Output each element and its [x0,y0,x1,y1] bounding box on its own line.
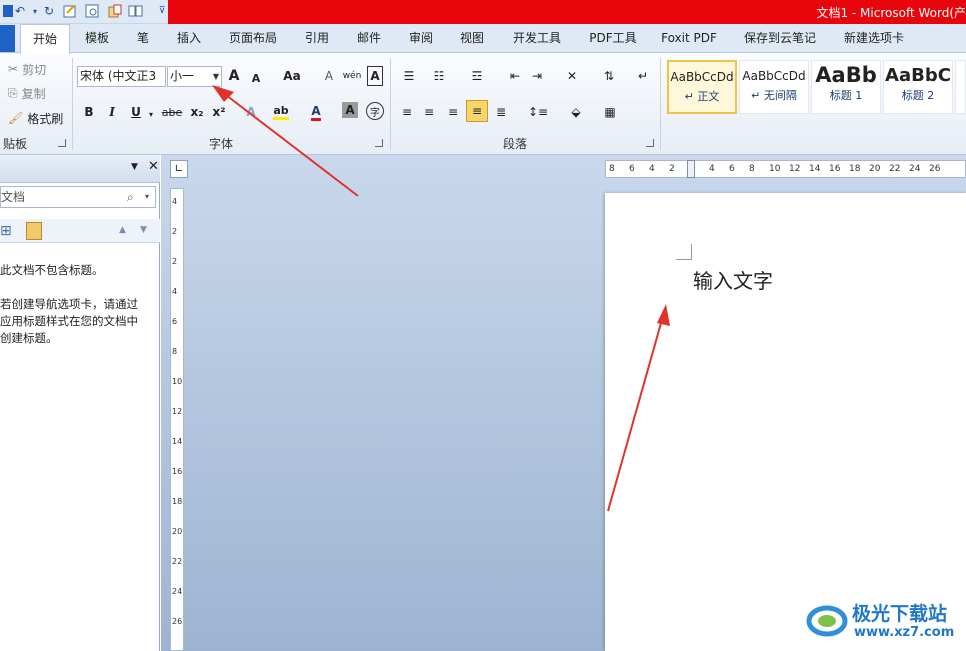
watermark-logo-icon [806,605,848,637]
arrow-to-text [607,315,664,512]
watermark: 极光下载站 www.xz7.com [806,597,966,647]
annotation-arrows [212,85,670,512]
arrowhead-icon [657,304,670,326]
arrow-to-font-size [221,91,359,197]
tab-home[interactable]: 开始 [20,24,70,54]
